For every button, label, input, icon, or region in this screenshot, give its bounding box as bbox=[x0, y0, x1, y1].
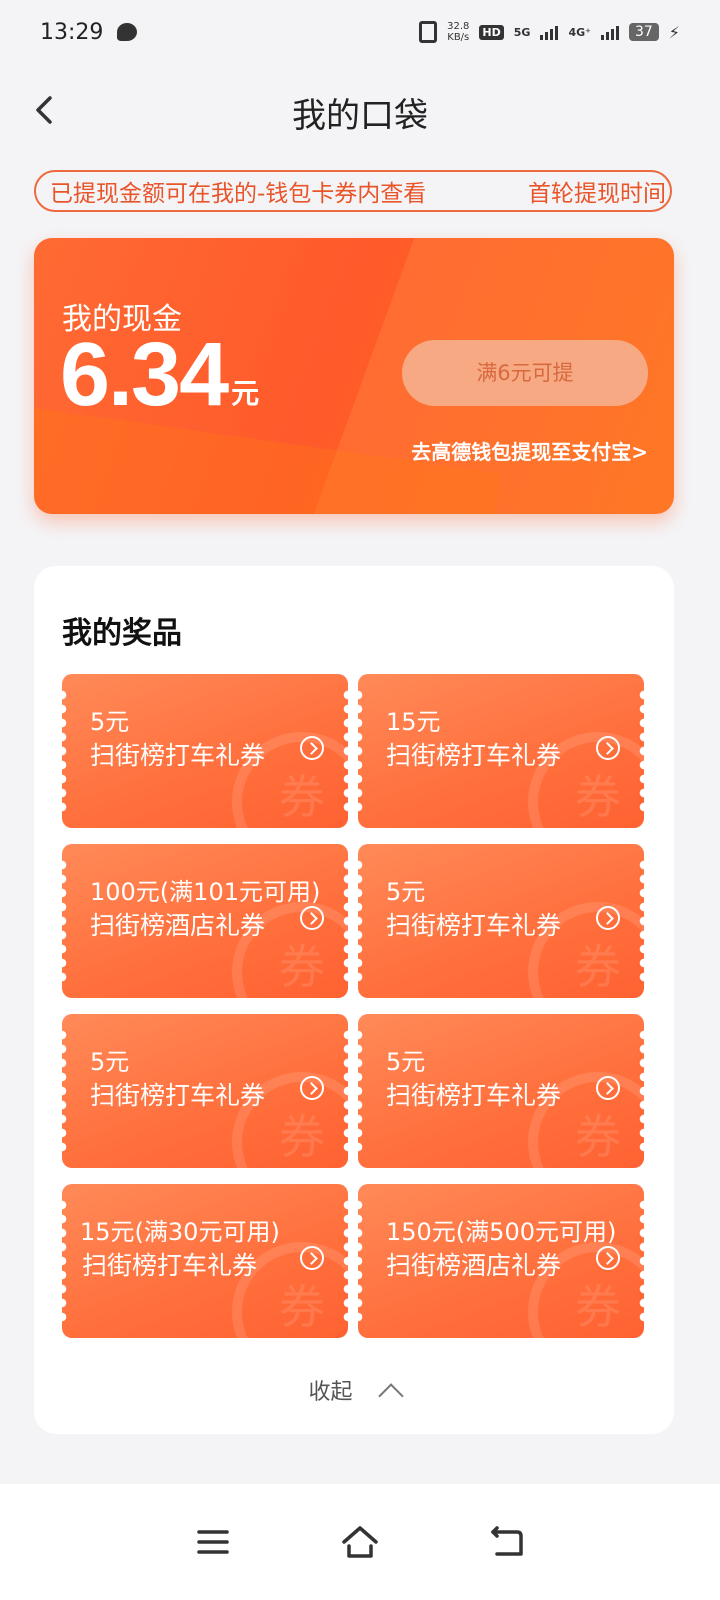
home-button[interactable] bbox=[330, 1512, 390, 1572]
coupon-card[interactable]: 券 5元 扫街榜打车礼券 bbox=[358, 1014, 644, 1168]
notice-text: 已提现金额可在我的-钱包卡券内查看 bbox=[50, 181, 427, 207]
withdraw-button[interactable]: 满6元可提 bbox=[402, 340, 648, 406]
coupon-amount: 15元(满30元可用) bbox=[80, 1218, 280, 1246]
chevron-up-icon bbox=[377, 1383, 404, 1409]
menu-icon bbox=[197, 1530, 230, 1554]
back-icon bbox=[490, 1526, 523, 1556]
coupon-amount: 5元 bbox=[90, 1048, 130, 1076]
battery-icon: 37 bbox=[628, 23, 659, 41]
cash-card: 我的现金 6.34 元 满6元可提 去高德钱包提现至支付宝> bbox=[34, 238, 674, 514]
coupon-amount: 5元 bbox=[90, 708, 130, 736]
network-speed-value: 32.8 bbox=[447, 21, 470, 32]
circle-arrow-right-icon bbox=[596, 1076, 620, 1100]
coupon-amount: 15元 bbox=[386, 708, 441, 736]
coupon-card[interactable]: 券 100元(满101元可用) 扫街榜酒店礼券 bbox=[62, 844, 348, 998]
coupon-card[interactable]: 券 15元(满30元可用) 扫街榜打车礼券 bbox=[62, 1184, 348, 1338]
coupon-name: 扫街榜打车礼券 bbox=[386, 1081, 562, 1110]
status-left: 13:29 bbox=[40, 19, 138, 45]
prizes-card: 我的奖品 券 5元 扫街榜打车礼券 券 15元 扫街榜打车礼券 券 100元(满… bbox=[34, 566, 674, 1434]
coupon-name: 扫街榜打车礼券 bbox=[386, 741, 562, 770]
coupon-name: 扫街榜打车礼券 bbox=[90, 741, 266, 770]
coupon-card[interactable]: 券 5元 扫街榜打车礼券 bbox=[62, 1014, 348, 1168]
coupon-card[interactable]: 券 5元 扫街榜打车礼券 bbox=[358, 844, 644, 998]
prizes-title: 我的奖品 bbox=[62, 616, 182, 651]
status-right: 32.8 KB/s HD 5G 4G⁺ 37 ⚡ bbox=[419, 21, 680, 43]
system-nav-bar bbox=[0, 1484, 720, 1600]
coupon-card[interactable]: 券 150元(满500元可用) 扫街榜酒店礼券 bbox=[358, 1184, 644, 1338]
home-icon bbox=[342, 1526, 378, 1558]
circle-arrow-right-icon bbox=[596, 906, 620, 930]
page-title: 我的口袋 bbox=[292, 96, 428, 136]
coupon-name: 扫街榜酒店礼券 bbox=[90, 911, 266, 940]
system-back-button[interactable] bbox=[477, 1512, 537, 1572]
network-4g-label: 4G⁺ bbox=[568, 25, 591, 39]
circle-arrow-right-icon bbox=[300, 906, 324, 930]
coupon-amount: 150元(满500元可用) bbox=[386, 1218, 617, 1246]
coupon-amount: 100元(满101元可用) bbox=[90, 878, 321, 906]
signal-icon-1 bbox=[540, 24, 559, 40]
wallet-withdraw-link[interactable]: 去高德钱包提现至支付宝> bbox=[411, 436, 648, 465]
cash-unit: 元 bbox=[231, 377, 260, 410]
menu-button[interactable] bbox=[183, 1512, 243, 1572]
coupon-amount: 5元 bbox=[386, 878, 426, 906]
coupon-name: 扫街榜打车礼券 bbox=[82, 1251, 258, 1280]
coupon-name: 扫街榜酒店礼券 bbox=[386, 1251, 562, 1280]
first-withdraw-time-link[interactable]: 首轮提现时间 bbox=[528, 174, 666, 208]
signal-icon-2 bbox=[600, 24, 619, 40]
network-speed: 32.8 KB/s bbox=[447, 21, 469, 43]
status-time: 13:29 bbox=[40, 19, 104, 45]
coupon-name: 扫街榜打车礼券 bbox=[90, 1081, 266, 1110]
circle-arrow-right-icon bbox=[300, 1076, 324, 1100]
network-speed-unit: KB/s bbox=[447, 32, 470, 43]
notice-banner[interactable]: 已提现金额可在我的-钱包卡券内查看 首轮提现时间 bbox=[34, 170, 672, 212]
status-bar: 13:29 32.8 KB/s HD 5G 4G⁺ 37 ⚡ bbox=[0, 0, 720, 64]
cash-amount: 6.34 元 bbox=[60, 330, 259, 420]
vibrate-icon bbox=[419, 21, 438, 43]
charging-icon: ⚡ bbox=[668, 22, 680, 42]
message-notification-icon bbox=[117, 23, 138, 41]
collapse-button[interactable]: 收起 bbox=[34, 1374, 674, 1409]
circle-arrow-right-icon bbox=[596, 1246, 620, 1270]
collapse-label: 收起 bbox=[308, 1380, 353, 1405]
coupon-amount: 5元 bbox=[386, 1048, 426, 1076]
circle-arrow-right-icon bbox=[300, 736, 324, 760]
coupon-card[interactable]: 券 5元 扫街榜打车礼券 bbox=[62, 674, 348, 828]
circle-arrow-right-icon bbox=[300, 1246, 324, 1270]
cash-value: 6.34 bbox=[60, 325, 229, 425]
coupon-name: 扫街榜打车礼券 bbox=[386, 911, 562, 940]
coupon-card[interactable]: 券 15元 扫街榜打车礼券 bbox=[358, 674, 644, 828]
hd-voice-icon: HD bbox=[479, 24, 504, 40]
circle-arrow-right-icon bbox=[596, 736, 620, 760]
nav-header: 我的口袋 bbox=[0, 70, 720, 150]
network-5g-label: 5G bbox=[513, 25, 531, 39]
